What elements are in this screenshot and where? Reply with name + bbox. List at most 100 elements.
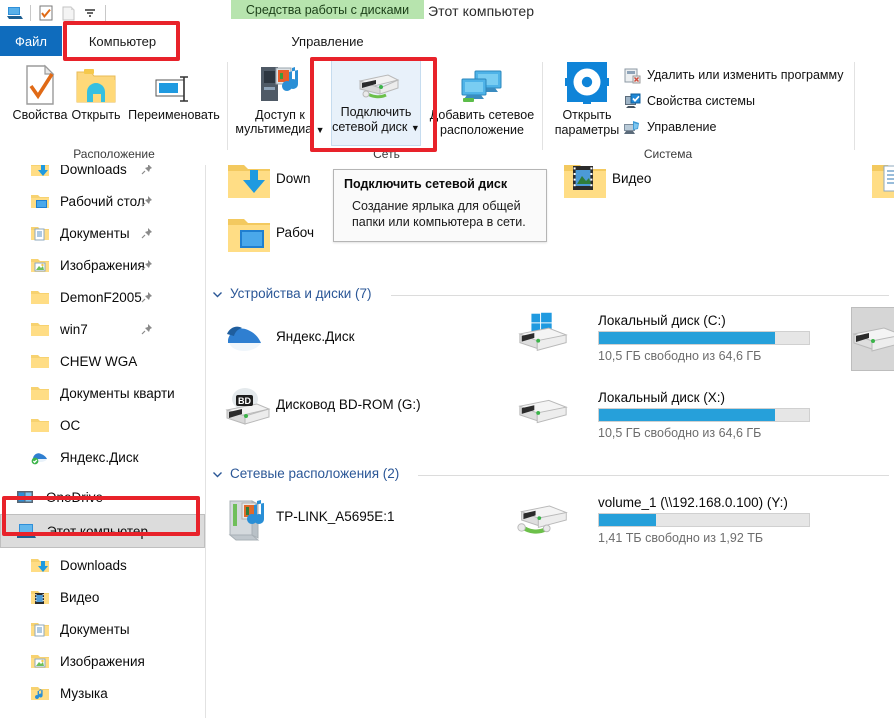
drive-tile-yandex-disk[interactable]: Яндекс.Диск — [222, 315, 355, 365]
ribbon-button-rename[interactable]: Переименовать — [120, 60, 228, 140]
documents-folder-icon — [28, 618, 52, 640]
pin-icon[interactable] — [141, 227, 153, 239]
ribbon-button-add-network-location[interactable]: Добавить сетевое расположение — [426, 60, 538, 140]
yandex-disk-icon — [28, 446, 52, 468]
downloads-folder-icon — [28, 165, 52, 180]
nav-item-downloads[interactable]: Downloads — [0, 549, 205, 581]
nav-item-music[interactable]: Музыка — [0, 677, 205, 709]
add-network-location-icon — [459, 60, 505, 106]
nav-item-demonf2005[interactable]: DemonF2005 — [0, 281, 205, 313]
ribbon-group-system: Открыть параметры Удалить или изменить п… — [545, 56, 871, 164]
folder-icon — [28, 350, 52, 372]
drive-tile-bd-rom[interactable]: BD Дисковод BD-ROM (G:) — [222, 383, 421, 433]
this-pc-icon[interactable] — [4, 2, 26, 24]
tab-manage[interactable]: Управление — [231, 26, 424, 56]
drive-usage-bar — [598, 331, 810, 345]
navigation-pane[interactable]: Downloads Рабочий стол Документы Изображ… — [0, 165, 205, 718]
nav-item-onedrive[interactable]: OneDrive — [0, 481, 205, 513]
tab-computer[interactable]: Компьютер — [70, 26, 175, 56]
content-tile-videos[interactable]: Видео — [558, 165, 651, 207]
computer-management-icon — [623, 118, 641, 136]
nav-item-this-pc[interactable]: Этот компьютер — [0, 514, 205, 548]
content-tile-label: Видео — [612, 171, 652, 186]
onedrive-icon — [14, 486, 38, 508]
content-pane[interactable]: Down Видео Рабоч Устройства и диски (7) … — [206, 165, 894, 718]
documents-folder-icon — [28, 222, 52, 244]
drive-usage-bar — [598, 408, 810, 422]
nav-item-documents-quick[interactable]: Документы — [0, 217, 205, 249]
local-drive-icon — [516, 387, 570, 437]
ribbon-button-media-streaming[interactable]: Доступ к мультимедиа ▼ — [234, 60, 326, 140]
drive-name: volume_1 (\\192.168.0.100) (Y:) — [598, 495, 788, 510]
ribbon-item-system-properties[interactable]: Свойства системы — [623, 92, 755, 110]
chevron-down-icon[interactable] — [212, 468, 223, 479]
ribbon-button-map-network-drive-label: Подключить сетевой диск ▼ — [332, 105, 420, 136]
content-group-header-devices[interactable]: Устройства и диски (7) — [212, 286, 372, 301]
window-title: Этот компьютер — [428, 3, 535, 19]
new-folder-icon[interactable] — [57, 2, 79, 24]
folder-icon — [28, 318, 52, 340]
quick-access-toolbar[interactable] — [4, 2, 110, 24]
group-header-rule-2 — [418, 475, 889, 476]
qat-separator-2 — [105, 5, 106, 21]
drive-tile-local-x[interactable]: Локальный диск (X:) 10,5 ГБ свободно из … — [598, 390, 813, 440]
drive-free-space: 10,5 ГБ свободно из 64,6 ГБ — [598, 349, 762, 363]
nav-item-pictures-quick[interactable]: Изображения — [0, 249, 205, 281]
nav-item-yandex-disk[interactable]: Яндекс.Диск — [0, 441, 205, 473]
network-tile-label: TP-LINK_A5695E:1 — [276, 509, 395, 524]
tab-file[interactable]: Файл — [0, 26, 62, 56]
tab-view[interactable]: Вид — [182, 26, 228, 56]
desktop-folder-icon — [28, 714, 52, 718]
network-drive-tile-volume1[interactable]: volume_1 (\\192.168.0.100) (Y:) 1,41 ТБ … — [598, 495, 813, 545]
ribbon-item-uninstall-program[interactable]: Удалить или изменить программу — [623, 66, 844, 84]
network-tile-tp-link[interactable]: TP-LINK_A5695E:1 — [222, 495, 395, 545]
pin-icon[interactable] — [141, 165, 153, 175]
chevron-down-icon-2[interactable]: ▼ — [411, 123, 420, 133]
music-folder-icon — [28, 682, 52, 704]
ribbon-item-computer-management-label: Управление — [647, 120, 717, 134]
content-tile-label: Down — [276, 171, 311, 186]
nav-item-os[interactable]: ОС — [0, 409, 205, 441]
drive-tile-local-c[interactable]: Локальный диск (C:) 10,5 ГБ свободно из … — [598, 313, 813, 363]
ribbon-button-open-settings-label: Открыть параметры — [554, 108, 620, 137]
ribbon-group-network: Доступ к мультимедиа ▼ Подключить сетево… — [230, 56, 543, 164]
content-tile-partial-right[interactable] — [866, 165, 894, 207]
nav-item-documents[interactable]: Документы — [0, 613, 205, 645]
nav-item-pictures[interactable]: Изображения — [0, 645, 205, 677]
chevron-down-icon[interactable]: ▼ — [316, 125, 325, 135]
drive-tile-label: Дисковод BD-ROM (G:) — [276, 397, 421, 412]
customize-dropdown-icon[interactable] — [79, 2, 101, 24]
content-tile-label: Рабоч — [276, 225, 315, 240]
nav-item-label: Изображения — [60, 653, 145, 669]
nav-item-documents-kvarti[interactable]: Документы кварти — [0, 377, 205, 409]
nav-item-label: Видео — [60, 589, 100, 605]
pin-icon[interactable] — [141, 195, 153, 207]
ribbon-button-map-network-drive[interactable]: Подключить сетевой диск ▼ — [331, 58, 421, 146]
network-drive-icon-volume1[interactable] — [516, 495, 570, 545]
drive-icon-local-x[interactable] — [516, 387, 570, 437]
nav-item-videos[interactable]: Видео — [0, 581, 205, 613]
nav-item-downloads-quick[interactable]: Downloads — [0, 165, 205, 185]
nav-item-desktop[interactable]: Рабочий стол — [0, 709, 205, 718]
drive-tile-selected-right[interactable] — [851, 307, 894, 371]
drive-name: Локальный диск (X:) — [598, 390, 726, 405]
uninstall-program-icon — [623, 66, 641, 84]
chevron-down-icon[interactable] — [212, 288, 223, 299]
content-tile-downloads[interactable]: Down — [222, 165, 311, 207]
nav-item-label: Downloads — [60, 165, 127, 177]
ribbon-item-computer-management[interactable]: Управление — [623, 118, 717, 136]
desktop-folder-icon — [222, 211, 276, 261]
pin-icon[interactable] — [141, 323, 153, 335]
pin-icon[interactable] — [141, 291, 153, 303]
drive-usage-fill — [599, 332, 776, 344]
properties-icon[interactable] — [35, 2, 57, 24]
nav-item-label: Документы кварти — [60, 385, 175, 401]
nav-item-win7[interactable]: win7 — [0, 313, 205, 345]
content-tile-desktop[interactable]: Рабоч — [222, 211, 314, 261]
pin-icon[interactable] — [141, 259, 153, 271]
content-group-header-network[interactable]: Сетевые расположения (2) — [212, 466, 399, 481]
ribbon-button-open-settings[interactable]: Открыть параметры — [551, 60, 623, 140]
drive-icon-local-c[interactable] — [516, 308, 570, 358]
nav-item-desktop-quick[interactable]: Рабочий стол — [0, 185, 205, 217]
nav-item-chew-wga[interactable]: CHEW WGA — [0, 345, 205, 377]
